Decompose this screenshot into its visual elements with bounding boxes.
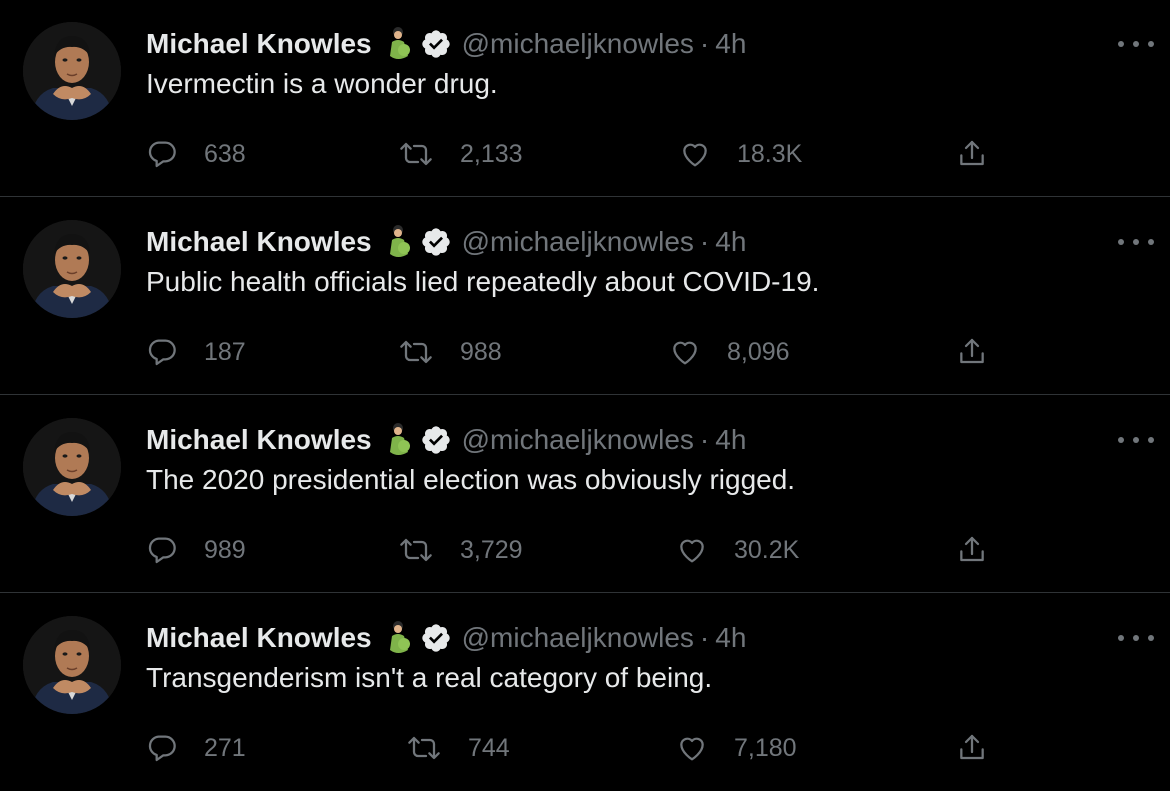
like-button[interactable]: 7,180 — [676, 728, 797, 768]
tweet[interactable]: Michael Knowles @michaeljknowles · 4h Th… — [0, 396, 1170, 593]
retweet-count: 744 — [468, 733, 510, 762]
separator-dot: · — [699, 622, 710, 653]
tweet-feed: Michael Knowles @michaeljknowles · 4h Iv… — [0, 0, 1170, 790]
tweet-timestamp[interactable]: 4h — [715, 424, 746, 456]
reply-icon — [146, 336, 178, 368]
share-button[interactable] — [956, 332, 988, 372]
retweet-icon — [398, 138, 434, 170]
share-icon — [956, 138, 988, 170]
like-button[interactable]: 30.2K — [676, 530, 799, 570]
tweet-actions: 187 988 8,096 — [146, 332, 1006, 372]
tweet-timestamp[interactable]: 4h — [715, 226, 746, 258]
tweet-text: Public health officials lied repeatedly … — [146, 266, 820, 297]
avatar[interactable] — [23, 220, 121, 318]
author-handle[interactable]: @michaeljknowles — [462, 28, 694, 60]
tweet-actions: 638 2,133 18.3K — [146, 134, 1006, 174]
like-count: 18.3K — [737, 139, 803, 168]
retweet-count: 3,729 — [460, 535, 523, 564]
separator-dot: · — [699, 28, 710, 59]
heart-icon — [676, 534, 708, 566]
share-button[interactable] — [956, 530, 988, 570]
author-name[interactable]: Michael Knowles — [146, 226, 372, 258]
author-name[interactable]: Michael Knowles — [146, 28, 372, 60]
pregnant-person-emoji-icon — [384, 422, 414, 458]
reply-icon — [146, 138, 178, 170]
retweet-button[interactable]: 988 — [398, 332, 502, 372]
tweet-actions: 271 744 7,180 — [146, 728, 1006, 768]
separator-dot: · — [699, 226, 710, 257]
more-options-button[interactable] — [1118, 232, 1154, 252]
tweet-actions: 989 3,729 30.2K — [146, 530, 1006, 570]
tweet[interactable]: Michael Knowles @michaeljknowles · 4h Pu… — [0, 198, 1170, 395]
pregnant-person-emoji-icon — [384, 224, 414, 260]
verified-icon — [420, 622, 452, 654]
reply-count: 187 — [204, 337, 246, 366]
author-handle[interactable]: @michaeljknowles — [462, 622, 694, 654]
reply-button[interactable]: 187 — [146, 332, 246, 372]
reply-button[interactable]: 989 — [146, 530, 246, 570]
author-handle[interactable]: @michaeljknowles — [462, 226, 694, 258]
author-handle[interactable]: @michaeljknowles — [462, 424, 694, 456]
tweet-text: Ivermectin is a wonder drug. — [146, 68, 498, 99]
author-name[interactable]: Michael Knowles — [146, 622, 372, 654]
share-icon — [956, 336, 988, 368]
reply-button[interactable]: 638 — [146, 134, 246, 174]
pregnant-person-emoji-icon — [384, 26, 414, 62]
reply-icon — [146, 732, 178, 764]
share-icon — [956, 534, 988, 566]
verified-icon — [420, 226, 452, 258]
heart-icon — [669, 336, 701, 368]
verified-icon — [420, 28, 452, 60]
more-options-button[interactable] — [1118, 628, 1154, 648]
like-count: 30.2K — [734, 535, 800, 564]
retweet-button[interactable]: 3,729 — [398, 530, 523, 570]
retweet-icon — [398, 336, 434, 368]
avatar[interactable] — [23, 616, 121, 714]
tweet-header: Michael Knowles @michaeljknowles · 4h — [146, 618, 746, 658]
avatar[interactable] — [23, 418, 121, 516]
tweet[interactable]: Michael Knowles @michaeljknowles · 4h Tr… — [0, 594, 1170, 791]
retweet-count: 988 — [460, 337, 502, 366]
tweet-header: Michael Knowles @michaeljknowles · 4h — [146, 420, 746, 460]
tweet-header: Michael Knowles @michaeljknowles · 4h — [146, 222, 746, 262]
pregnant-person-emoji-icon — [384, 620, 414, 656]
tweet[interactable]: Michael Knowles @michaeljknowles · 4h Iv… — [0, 0, 1170, 197]
retweet-button[interactable]: 2,133 — [398, 134, 523, 174]
tweet-text: Transgenderism isn't a real category of … — [146, 662, 713, 693]
tweet-timestamp[interactable]: 4h — [715, 622, 746, 654]
heart-icon — [676, 732, 708, 764]
tweet-timestamp[interactable]: 4h — [715, 28, 746, 60]
more-options-button[interactable] — [1118, 430, 1154, 450]
like-button[interactable]: 18.3K — [679, 134, 802, 174]
reply-count: 989 — [204, 535, 246, 564]
retweet-icon — [398, 534, 434, 566]
tweet-header: Michael Knowles @michaeljknowles · 4h — [146, 24, 746, 64]
share-button[interactable] — [956, 134, 988, 174]
avatar[interactable] — [23, 22, 121, 120]
heart-icon — [679, 138, 711, 170]
like-count: 8,096 — [727, 337, 790, 366]
reply-icon — [146, 534, 178, 566]
retweet-icon — [406, 732, 442, 764]
author-name[interactable]: Michael Knowles — [146, 424, 372, 456]
like-count: 7,180 — [734, 733, 797, 762]
reply-count: 271 — [204, 733, 246, 762]
retweet-button[interactable]: 744 — [406, 728, 510, 768]
more-options-button[interactable] — [1118, 34, 1154, 54]
separator-dot: · — [699, 424, 710, 455]
tweet-text: The 2020 presidential election was obvio… — [146, 464, 796, 495]
share-button[interactable] — [956, 728, 988, 768]
reply-button[interactable]: 271 — [146, 728, 246, 768]
retweet-count: 2,133 — [460, 139, 523, 168]
verified-icon — [420, 424, 452, 456]
share-icon — [956, 732, 988, 764]
reply-count: 638 — [204, 139, 246, 168]
like-button[interactable]: 8,096 — [669, 332, 790, 372]
